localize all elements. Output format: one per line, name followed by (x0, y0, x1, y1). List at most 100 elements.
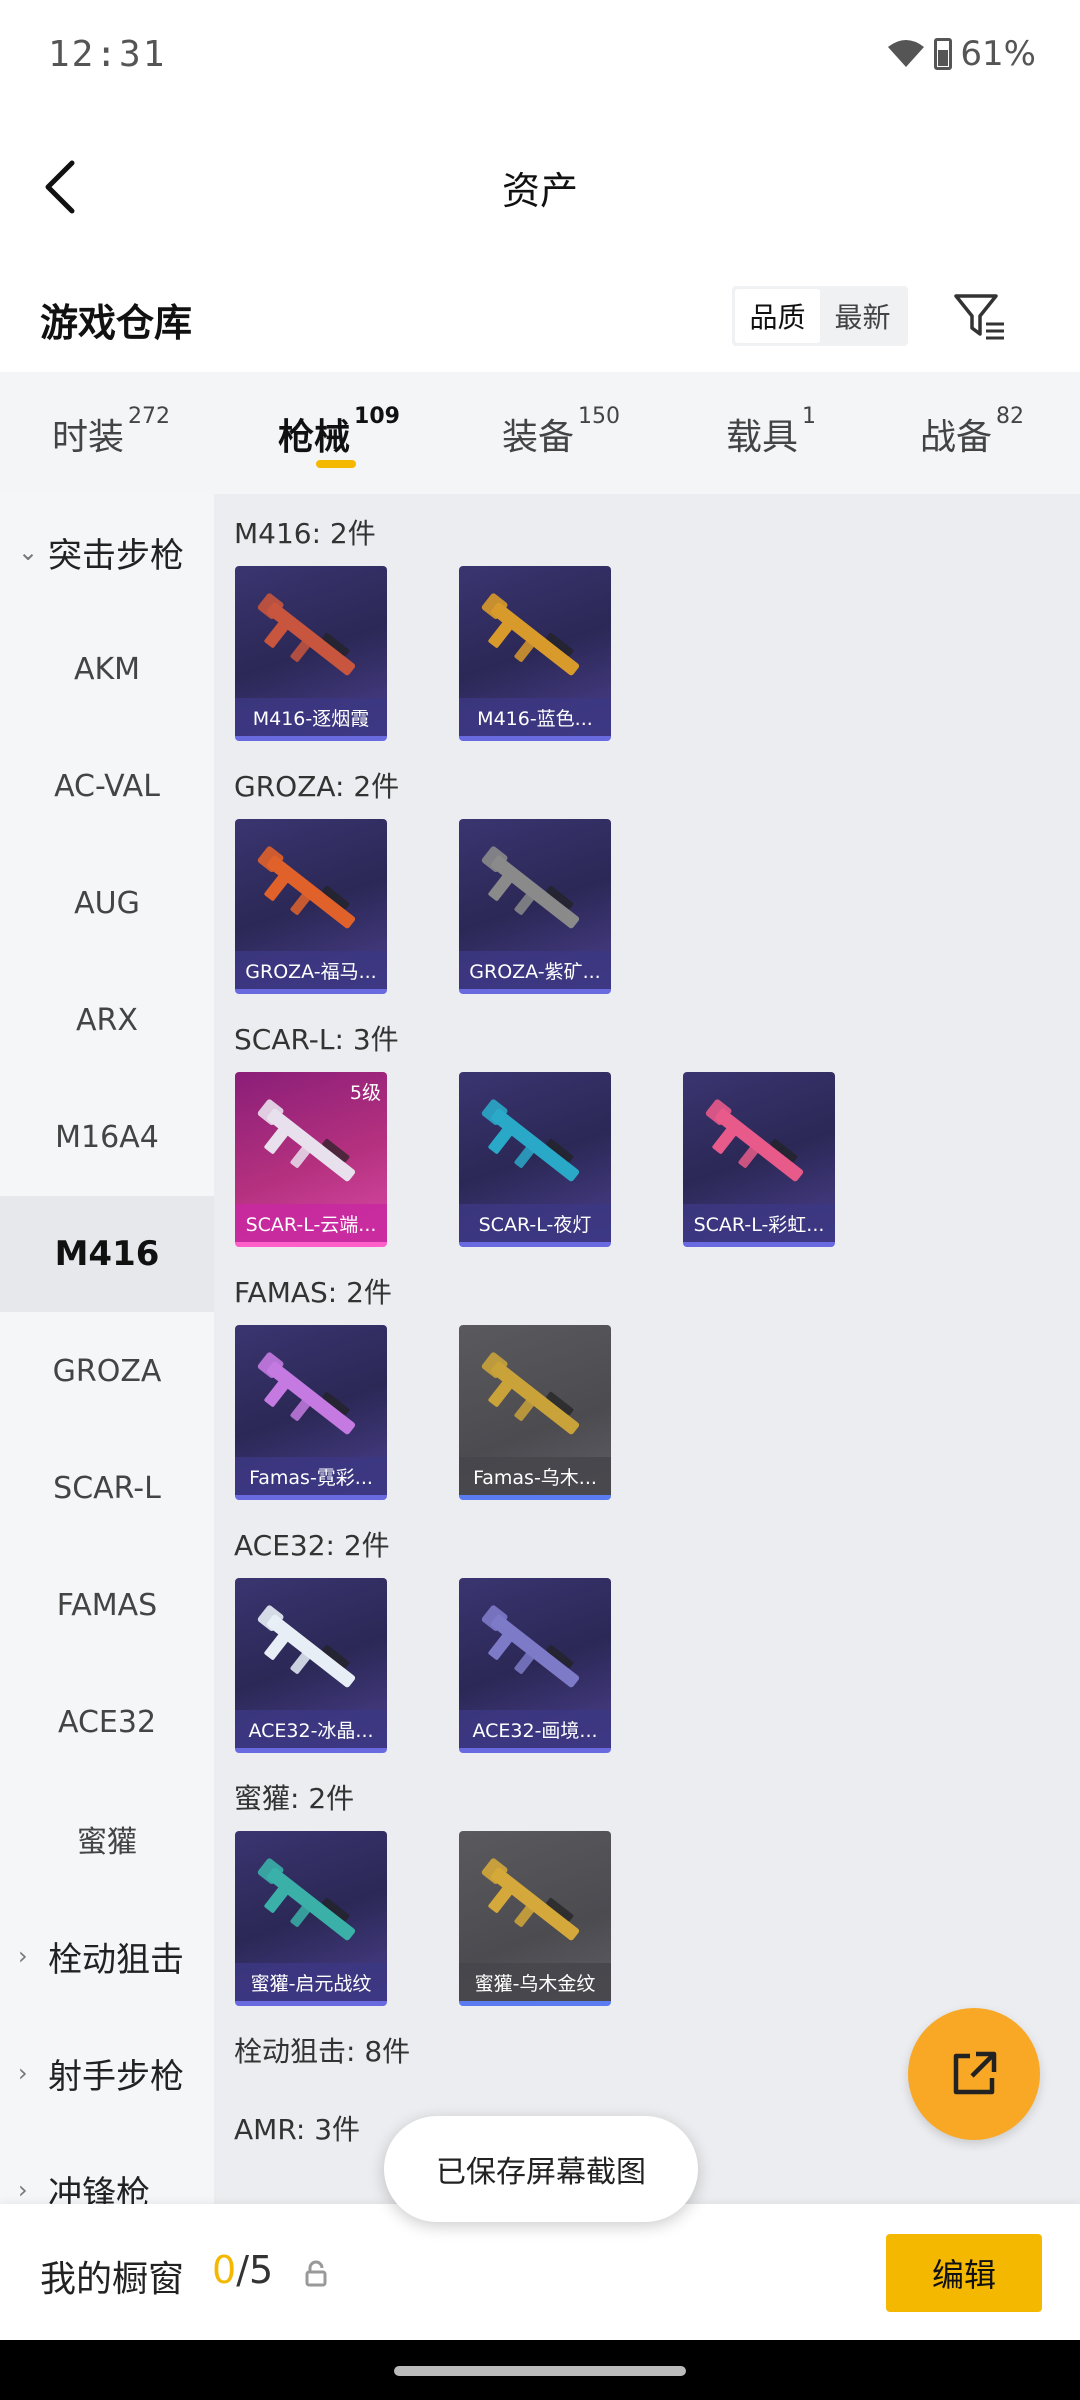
sidebar-item[interactable]: FAMAS (0, 1547, 214, 1663)
sidebar-item-label: M16A4 (55, 1119, 159, 1155)
sidebar-item[interactable]: M416 (0, 1196, 214, 1312)
weapon-card[interactable]: ACE32-画境... (459, 1578, 611, 1753)
weapon-skin-icon (257, 1352, 356, 1435)
weapon-card[interactable]: GROZA-紫矿... (459, 819, 611, 994)
weapon-card-label: GROZA-紫矿... (459, 951, 611, 989)
weapon-card-label: M416-蓝色... (459, 698, 611, 736)
edit-button[interactable]: 编辑 (886, 2234, 1042, 2312)
weapon-card-label: Famas-霓彩... (235, 1457, 387, 1495)
weapon-card[interactable]: Famas-霓彩... (235, 1325, 387, 1500)
sidebar-item-label: ARX (76, 1002, 138, 1038)
chevron-right-icon: › (18, 2176, 28, 2204)
sidebar-item[interactable]: AKM (0, 611, 214, 727)
tab-equipment[interactable]: 装备150 (502, 404, 620, 460)
tab-label: 枪械 (278, 417, 351, 458)
weapon-skin-icon (257, 1858, 356, 1941)
tab-label: 装备 (502, 417, 575, 458)
tab-fashion[interactable]: 时装272 (52, 404, 170, 460)
section-title: 蜜獾: 2件 (234, 1782, 355, 1815)
sidebar-item-label: 射手步枪 (48, 2056, 184, 2097)
sidebar-item[interactable]: › 冲锋枪 (0, 2132, 214, 2205)
weapon-skin-icon (481, 846, 580, 929)
weapon-card-label: Famas-乌木... (459, 1457, 611, 1495)
weapon-card[interactable]: 蜜獾-乌木金纹 (459, 1831, 611, 2006)
tab-active-indicator (316, 460, 356, 468)
weapon-skin-icon (481, 1352, 580, 1435)
weapon-sidebar: ⌄ 突击步枪 AKM AC-VAL AUG ARX M16A4 M416 GROZA SCAR-L… (0, 494, 214, 2204)
tab-count: 272 (128, 404, 171, 429)
weapon-card[interactable]: ACE32-冰晶... (235, 1578, 387, 1753)
weapon-skin-icon (257, 1099, 356, 1182)
warehouse-title: 游戏仓库 (40, 301, 193, 345)
sidebar-item-label: 冲锋枪 (48, 2173, 150, 2205)
system-nav-bar (0, 2340, 1080, 2400)
tab-label: 载具 (726, 417, 799, 458)
tab-vehicles[interactable]: 载具1 (726, 404, 816, 460)
sidebar-item-label: M416 (54, 1234, 160, 1274)
showcase-count: 0/5 (212, 2248, 273, 2292)
level-badge: 5级 (349, 1082, 381, 1104)
chevron-down-icon: ⌄ (18, 538, 39, 566)
status-bar: 12:31 61% (0, 0, 1080, 110)
weapon-card[interactable]: 5级 SCAR-L-云端... (235, 1072, 387, 1247)
sidebar-item[interactable]: AUG (0, 845, 214, 961)
weapon-skin-icon (257, 1605, 356, 1688)
sidebar-item[interactable]: M16A4 (0, 1079, 214, 1195)
sidebar-item[interactable]: ARX (0, 962, 214, 1078)
weapon-card[interactable]: M416-逐烟霞 (235, 566, 387, 741)
status-time: 12:31 (48, 34, 167, 75)
battery-icon (934, 38, 953, 70)
sidebar-item[interactable]: AC-VAL (0, 728, 214, 844)
share-external-icon (953, 2051, 997, 2095)
weapon-card-label: 蜜獾-启元战纹 (235, 1963, 387, 2001)
sort-toggle: 品质 最新 (732, 286, 908, 346)
tab-count: 150 (578, 404, 621, 429)
sidebar-item[interactable]: › 射手步枪 (0, 2015, 214, 2131)
sidebar-item-label: AUG (74, 885, 140, 921)
section-title: FAMAS: 2件 (234, 1276, 392, 1309)
tab-count: 109 (354, 404, 400, 429)
sidebar-item-label: AKM (73, 651, 141, 687)
weapon-card[interactable]: SCAR-L-夜灯 (459, 1072, 611, 1247)
sidebar-item-label: GROZA (52, 1353, 162, 1389)
tab-supplies[interactable]: 战备82 (920, 404, 1024, 460)
chevron-right-icon: › (18, 1942, 28, 1970)
weapon-grid: M416: 2件 M416-逐烟霞 M416-蓝色... GROZA: 2件 GROZA… (214, 494, 1080, 2204)
section-title: SCAR-L: 3件 (234, 1023, 399, 1056)
weapon-card[interactable]: M416-蓝色... (459, 566, 611, 741)
share-button[interactable] (908, 2008, 1040, 2140)
sidebar-item[interactable]: GROZA (0, 1313, 214, 1429)
sidebar-item-label: SCAR-L (53, 1470, 161, 1506)
section-title: ACE32: 2件 (234, 1529, 390, 1562)
section-title: M416: 2件 (234, 517, 376, 550)
sidebar-item[interactable]: ⌄ 突击步枪 (0, 494, 214, 610)
sidebar-item-label: AC-VAL (54, 768, 160, 804)
weapon-skin-icon (481, 1099, 580, 1182)
sort-quality-button[interactable]: 品质 (735, 289, 820, 343)
sort-newest-button[interactable]: 最新 (820, 289, 905, 343)
tab-count: 82 (996, 404, 1025, 429)
home-gesture-handle[interactable] (394, 2366, 686, 2376)
sidebar-item[interactable]: 蜜獾 (0, 1781, 214, 1897)
weapon-skin-icon (481, 1605, 580, 1688)
weapon-card-label: 蜜獾-乌木金纹 (459, 1963, 611, 2001)
chevron-right-icon: › (18, 2059, 28, 2087)
toast-message: 已保存屏幕截图 (384, 2116, 698, 2222)
weapon-card-label: M416-逐烟霞 (235, 698, 387, 736)
tab-label: 战备 (920, 417, 993, 458)
sidebar-item[interactable]: ACE32 (0, 1664, 214, 1780)
weapon-card[interactable]: GROZA-福马... (235, 819, 387, 994)
weapon-card[interactable]: Famas-乌木... (459, 1325, 611, 1500)
tab-firearms[interactable]: 枪械109 (278, 404, 400, 460)
weapon-card[interactable]: SCAR-L-彩虹... (683, 1072, 835, 1247)
category-tabs: 时装272 枪械109 装备150 载具1 战备82 (0, 372, 1080, 494)
sidebar-item[interactable]: › 栓动狙击 (0, 1898, 214, 2014)
sidebar-item[interactable]: SCAR-L (0, 1430, 214, 1546)
page-header: 资产 (0, 110, 1080, 260)
filter-button[interactable] (950, 284, 1010, 348)
weapon-skin-icon (481, 1858, 580, 1941)
warehouse-header: 游戏仓库 品质 最新 (0, 260, 1080, 372)
weapon-card-label: SCAR-L-夜灯 (459, 1204, 611, 1242)
status-indicators: 61% (886, 34, 1036, 74)
weapon-card[interactable]: 蜜獾-启元战纹 (235, 1831, 387, 2006)
